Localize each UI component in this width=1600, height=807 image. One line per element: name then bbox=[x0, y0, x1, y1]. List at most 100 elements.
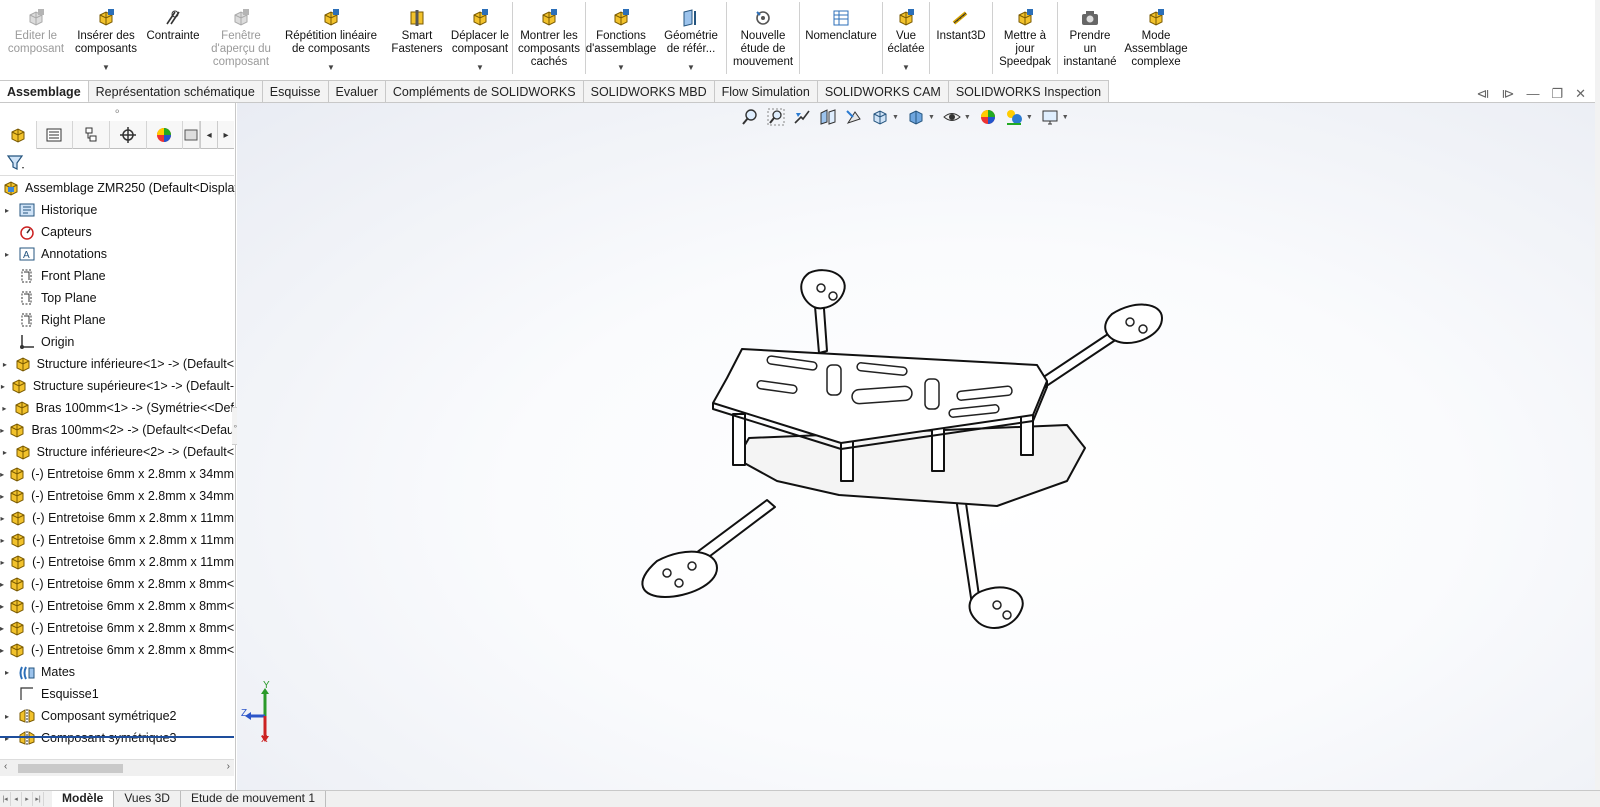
property-manager-tab[interactable] bbox=[37, 121, 74, 149]
tabs-scroll-right-icon[interactable]: ▸ bbox=[217, 121, 234, 149]
prev-tab-icon[interactable]: ◂ bbox=[11, 792, 22, 806]
chevron-down-icon[interactable]: ▼ bbox=[617, 61, 625, 74]
ribbon-button-2[interactable]: Insérer des composants ▼ bbox=[72, 0, 140, 77]
ribbon-button-6[interactable]: Smart Fasteners bbox=[386, 0, 448, 77]
chevron-down-icon[interactable]: ▼ bbox=[476, 61, 484, 74]
ribbon-button-7[interactable]: Déplacer le composant ▼ bbox=[448, 0, 512, 77]
minimize-icon[interactable]: — bbox=[1526, 86, 1539, 102]
tree-node[interactable]: Esquisse1 bbox=[0, 683, 234, 705]
expand-arrow-icon[interactable]: ▸ bbox=[0, 712, 14, 721]
configuration-manager-tab[interactable] bbox=[73, 121, 110, 149]
panel-grip-icon[interactable]: ⚬ bbox=[113, 107, 121, 118]
expand-arrow-icon[interactable]: ▸ bbox=[0, 602, 4, 611]
ribbon-button-3[interactable]: Contrainte bbox=[140, 0, 206, 77]
expand-arrow-icon[interactable]: ▸ bbox=[0, 536, 5, 545]
expand-arrow-icon[interactable]: ▸ bbox=[0, 624, 4, 633]
more-tabs[interactable] bbox=[183, 121, 201, 149]
tab-7[interactable]: SOLIDWORKS CAM bbox=[817, 80, 949, 103]
tree-node[interactable]: ▸ Historique bbox=[0, 199, 234, 221]
ribbon-button-13[interactable]: Vue éclatée ▼ bbox=[883, 0, 929, 77]
tree-node[interactable]: Origin bbox=[0, 331, 234, 353]
ribbon-button-1[interactable]: Editer le composant bbox=[0, 0, 72, 77]
expand-arrow-icon[interactable]: ▸ bbox=[0, 206, 14, 215]
ribbon-button-16[interactable]: Prendre un instantané bbox=[1058, 0, 1122, 77]
tree-node[interactable]: Front Plane bbox=[0, 265, 234, 287]
tree-node[interactable]: ▸ (-) Entretoise 6mm x 2.8mm x 34mm bbox=[0, 485, 234, 507]
tab-6[interactable]: Flow Simulation bbox=[714, 80, 818, 103]
tree-node[interactable]: ▸ (-) Entretoise 6mm x 2.8mm x 8mm< bbox=[0, 617, 234, 639]
chevron-down-icon[interactable]: ▼ bbox=[687, 61, 695, 74]
next-tab-icon[interactable]: ▸ bbox=[22, 792, 33, 806]
chevron-down-icon[interactable]: ▼ bbox=[102, 61, 110, 74]
dimxpert-manager-tab[interactable] bbox=[110, 121, 147, 149]
tree-node[interactable]: Top Plane bbox=[0, 287, 234, 309]
tree-node[interactable]: ▸ (-) Entretoise 6mm x 2.8mm x 11mm bbox=[0, 551, 234, 573]
tabs-scroll-left-icon[interactable]: ◂ bbox=[200, 121, 217, 149]
tab-0[interactable]: Assemblage bbox=[0, 80, 89, 103]
tab-1[interactable]: Représentation schématique bbox=[88, 80, 263, 103]
bottom-tab-0[interactable]: Modèle bbox=[52, 791, 115, 807]
ribbon-button-11[interactable]: Nouvelle étude de mouvement bbox=[727, 0, 799, 77]
tree-node[interactable]: ▸ (-) Entretoise 6mm x 2.8mm x 8mm< bbox=[0, 573, 234, 595]
tab-2[interactable]: Esquisse bbox=[262, 80, 329, 103]
expand-arrow-icon[interactable]: ▸ bbox=[0, 360, 10, 369]
ribbon-button-17[interactable]: Mode Assemblage complexe bbox=[1122, 0, 1190, 77]
expand-arrow-icon[interactable]: ▸ bbox=[0, 514, 5, 523]
tree-node[interactable]: Right Plane bbox=[0, 309, 234, 331]
bottom-tab-2[interactable]: Etude de mouvement 1 bbox=[181, 791, 327, 807]
ribbon-button-9[interactable]: Fonctions d'assemblage ▼ bbox=[586, 0, 656, 77]
ribbon-button-14[interactable]: Instant3D bbox=[930, 0, 992, 77]
tile-right-icon[interactable]: ⧐ bbox=[1501, 86, 1514, 102]
drone-frame-model[interactable] bbox=[237, 103, 1595, 792]
expand-arrow-icon[interactable]: ▸ bbox=[0, 426, 4, 435]
expand-arrow-icon[interactable]: ▸ bbox=[0, 470, 4, 479]
filter-icon[interactable] bbox=[6, 154, 26, 172]
scroll-left-icon[interactable]: ‹ bbox=[4, 761, 7, 772]
tree-node[interactable]: ▸ (-) Entretoise 6mm x 2.8mm x 11mm bbox=[0, 529, 234, 551]
tab-8[interactable]: SOLIDWORKS Inspection bbox=[948, 80, 1110, 103]
restore-icon[interactable]: ❐ bbox=[1551, 86, 1563, 102]
tree-horizontal-scrollbar[interactable]: ‹ › bbox=[0, 759, 234, 776]
ribbon-button-10[interactable]: Géométrie de référ... ▼ bbox=[656, 0, 726, 77]
chevron-down-icon[interactable]: ▼ bbox=[902, 61, 910, 74]
expand-arrow-icon[interactable]: ▸ bbox=[0, 250, 14, 259]
scroll-right-icon[interactable]: › bbox=[227, 761, 230, 772]
last-tab-icon[interactable]: ▸| bbox=[33, 792, 44, 806]
ribbon-button-8[interactable]: Montrer les composants cachés bbox=[513, 0, 585, 77]
tree-node[interactable]: Capteurs bbox=[0, 221, 234, 243]
expand-arrow-icon[interactable]: ▸ bbox=[0, 646, 4, 655]
tree-node[interactable]: ▸ (-) Entretoise 6mm x 2.8mm x 11mm bbox=[0, 507, 234, 529]
expand-arrow-icon[interactable]: ▸ bbox=[0, 448, 10, 457]
graphics-area[interactable]: ▼ ▼ ▼ ▼ ▼ Y Z X bbox=[237, 103, 1595, 792]
ribbon-button-12[interactable]: Nomenclature bbox=[800, 0, 882, 77]
tree-node[interactable]: ▸ Composant symétrique3 bbox=[0, 727, 234, 749]
expand-arrow-icon[interactable]: ▸ bbox=[0, 558, 5, 567]
tree-node[interactable]: ▸ Composant symétrique2 bbox=[0, 705, 234, 727]
close-icon[interactable]: ✕ bbox=[1575, 86, 1586, 102]
display-manager-tab[interactable] bbox=[147, 121, 184, 149]
tree-filter-bar[interactable] bbox=[0, 150, 234, 176]
tree-node[interactable]: ▸ Structure inférieure<1> -> (Default< bbox=[0, 353, 234, 375]
chevron-down-icon[interactable]: ▼ bbox=[327, 61, 335, 74]
bottom-tab-1[interactable]: Vues 3D bbox=[114, 791, 181, 807]
window-vertical-scrollbar[interactable] bbox=[1595, 0, 1600, 807]
feature-manager-tab[interactable] bbox=[0, 121, 37, 149]
tree-node[interactable]: ▸ A Annotations bbox=[0, 243, 234, 265]
expand-arrow-icon[interactable]: ▸ bbox=[0, 382, 6, 391]
ribbon-button-15[interactable]: Mettre à jour Speedpak bbox=[993, 0, 1057, 77]
tab-4[interactable]: Compléments de SOLIDWORKS bbox=[385, 80, 584, 103]
ribbon-button-5[interactable]: Répétition linéaire de composants ▼ bbox=[276, 0, 386, 77]
first-tab-icon[interactable]: |◂ bbox=[0, 792, 11, 806]
tab-5[interactable]: SOLIDWORKS MBD bbox=[583, 80, 715, 103]
expand-arrow-icon[interactable]: ▸ bbox=[0, 580, 4, 589]
tile-left-icon[interactable]: ⧏ bbox=[1476, 86, 1489, 102]
expand-arrow-icon[interactable]: ▸ bbox=[0, 668, 14, 677]
tree-node[interactable]: ▸ Structure supérieure<1> -> (Default- bbox=[0, 375, 234, 397]
ribbon-button-4[interactable]: Fenêtre d'aperçu du composant bbox=[206, 0, 276, 77]
tree-node[interactable]: ▸ Structure inférieure<2> -> (Default< bbox=[0, 441, 234, 463]
scroll-thumb[interactable] bbox=[18, 764, 123, 773]
tree-node[interactable]: ▸ (-) Entretoise 6mm x 2.8mm x 8mm< bbox=[0, 595, 234, 617]
expand-arrow-icon[interactable]: ▸ bbox=[0, 492, 4, 501]
tree-node[interactable]: ▸ Mates bbox=[0, 661, 234, 683]
tree-root-assembly[interactable]: Assemblage ZMR250 (Default<Display S bbox=[0, 177, 235, 199]
